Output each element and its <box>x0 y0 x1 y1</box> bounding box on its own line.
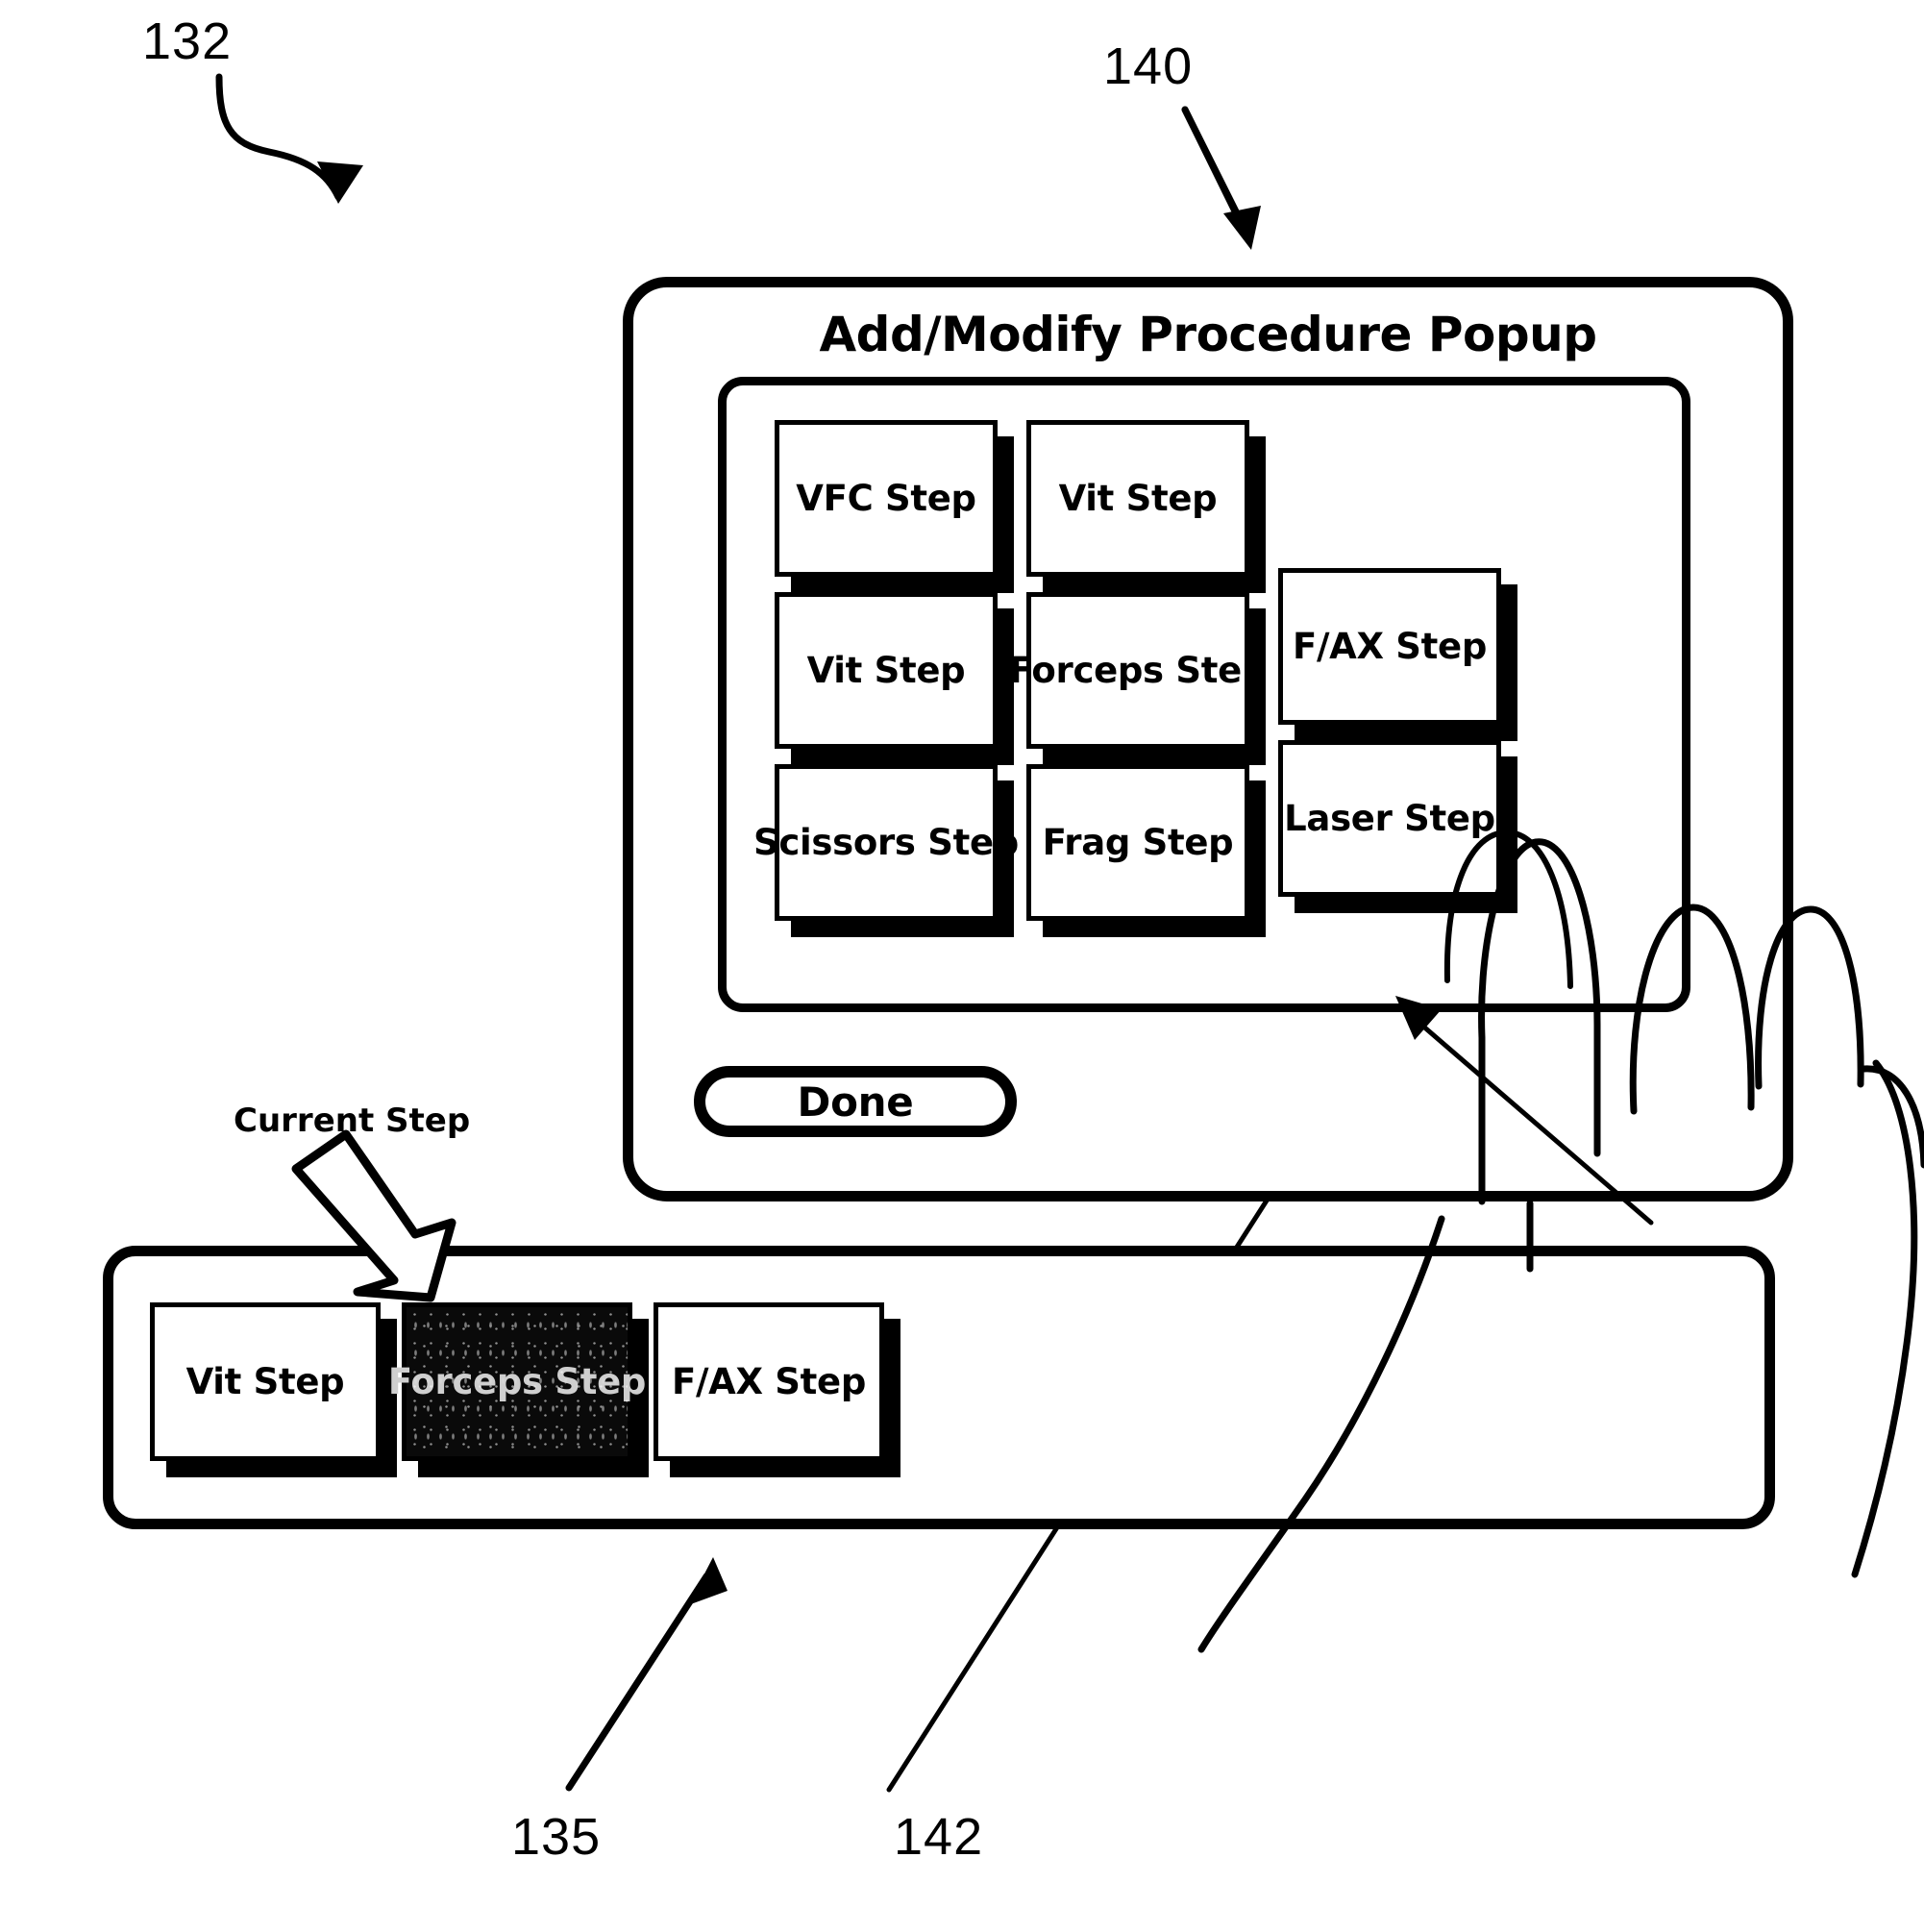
current-step-callout-label: Current Step <box>234 1102 471 1140</box>
reference-numeral-132: 132 <box>142 12 233 70</box>
procedure-step-bar: Vit Step Forceps Step F/AX Step <box>103 1246 1775 1529</box>
reference-numeral-142: 142 <box>894 1808 984 1866</box>
step-button-frag-step[interactable]: Frag Step <box>1026 764 1249 921</box>
step-button-label: Frag Step <box>1042 822 1234 863</box>
step-button-label: Vit Step <box>1058 478 1218 519</box>
step-button-label: VFC Step <box>796 478 976 519</box>
arrowhead-140 <box>1223 206 1261 250</box>
leader-line-132 <box>215 73 342 201</box>
step-button-forceps-step[interactable]: Forceps Step <box>1009 592 1267 749</box>
step-button-fax-step[interactable]: F/AX Step <box>1278 568 1501 725</box>
leader-line-140 <box>1181 106 1244 225</box>
step-button-label: F/AX Step <box>1292 626 1488 667</box>
step-button-vit-step-mid[interactable]: Vit Step <box>775 592 998 749</box>
step-button-vit-step-top[interactable]: Vit Step <box>1026 420 1249 577</box>
reference-numeral-140: 140 <box>1103 37 1194 95</box>
add-modify-procedure-popup: Add/Modify Procedure Popup VFC Step Vit … <box>623 277 1793 1201</box>
step-button-label: Laser Step <box>1284 798 1495 839</box>
step-button-label: Vit Step <box>806 650 966 691</box>
step-grid-panel: VFC Step Vit Step Vit Step Forceps Step … <box>718 377 1690 1012</box>
procedure-step-label: F/AX Step <box>671 1361 867 1402</box>
procedure-step-fax-step[interactable]: F/AX Step <box>654 1302 884 1461</box>
step-button-label: Forceps Step <box>1008 650 1268 691</box>
step-button-scissors-step[interactable]: Scissors Step <box>753 764 1019 921</box>
procedure-step-label: Vit Step <box>185 1361 345 1402</box>
popup-title: Add/Modify Procedure Popup <box>819 307 1597 362</box>
leader-line-135 <box>565 1573 710 1792</box>
step-button-vfc-step[interactable]: VFC Step <box>775 420 998 577</box>
procedure-step-vit-step[interactable]: Vit Step <box>150 1302 381 1461</box>
procedure-step-forceps-step-current[interactable]: Forceps Step <box>388 1302 646 1461</box>
procedure-step-label: Forceps Step <box>387 1361 647 1402</box>
done-button-label: Done <box>797 1077 914 1126</box>
step-button-label: Scissors Step <box>753 822 1019 863</box>
arrowhead-132 <box>317 161 363 204</box>
step-button-laser-step[interactable]: Laser Step <box>1278 740 1501 897</box>
done-button[interactable]: Done <box>694 1066 1017 1137</box>
arrowhead-135 <box>688 1557 728 1605</box>
reference-numeral-135: 135 <box>511 1808 602 1866</box>
